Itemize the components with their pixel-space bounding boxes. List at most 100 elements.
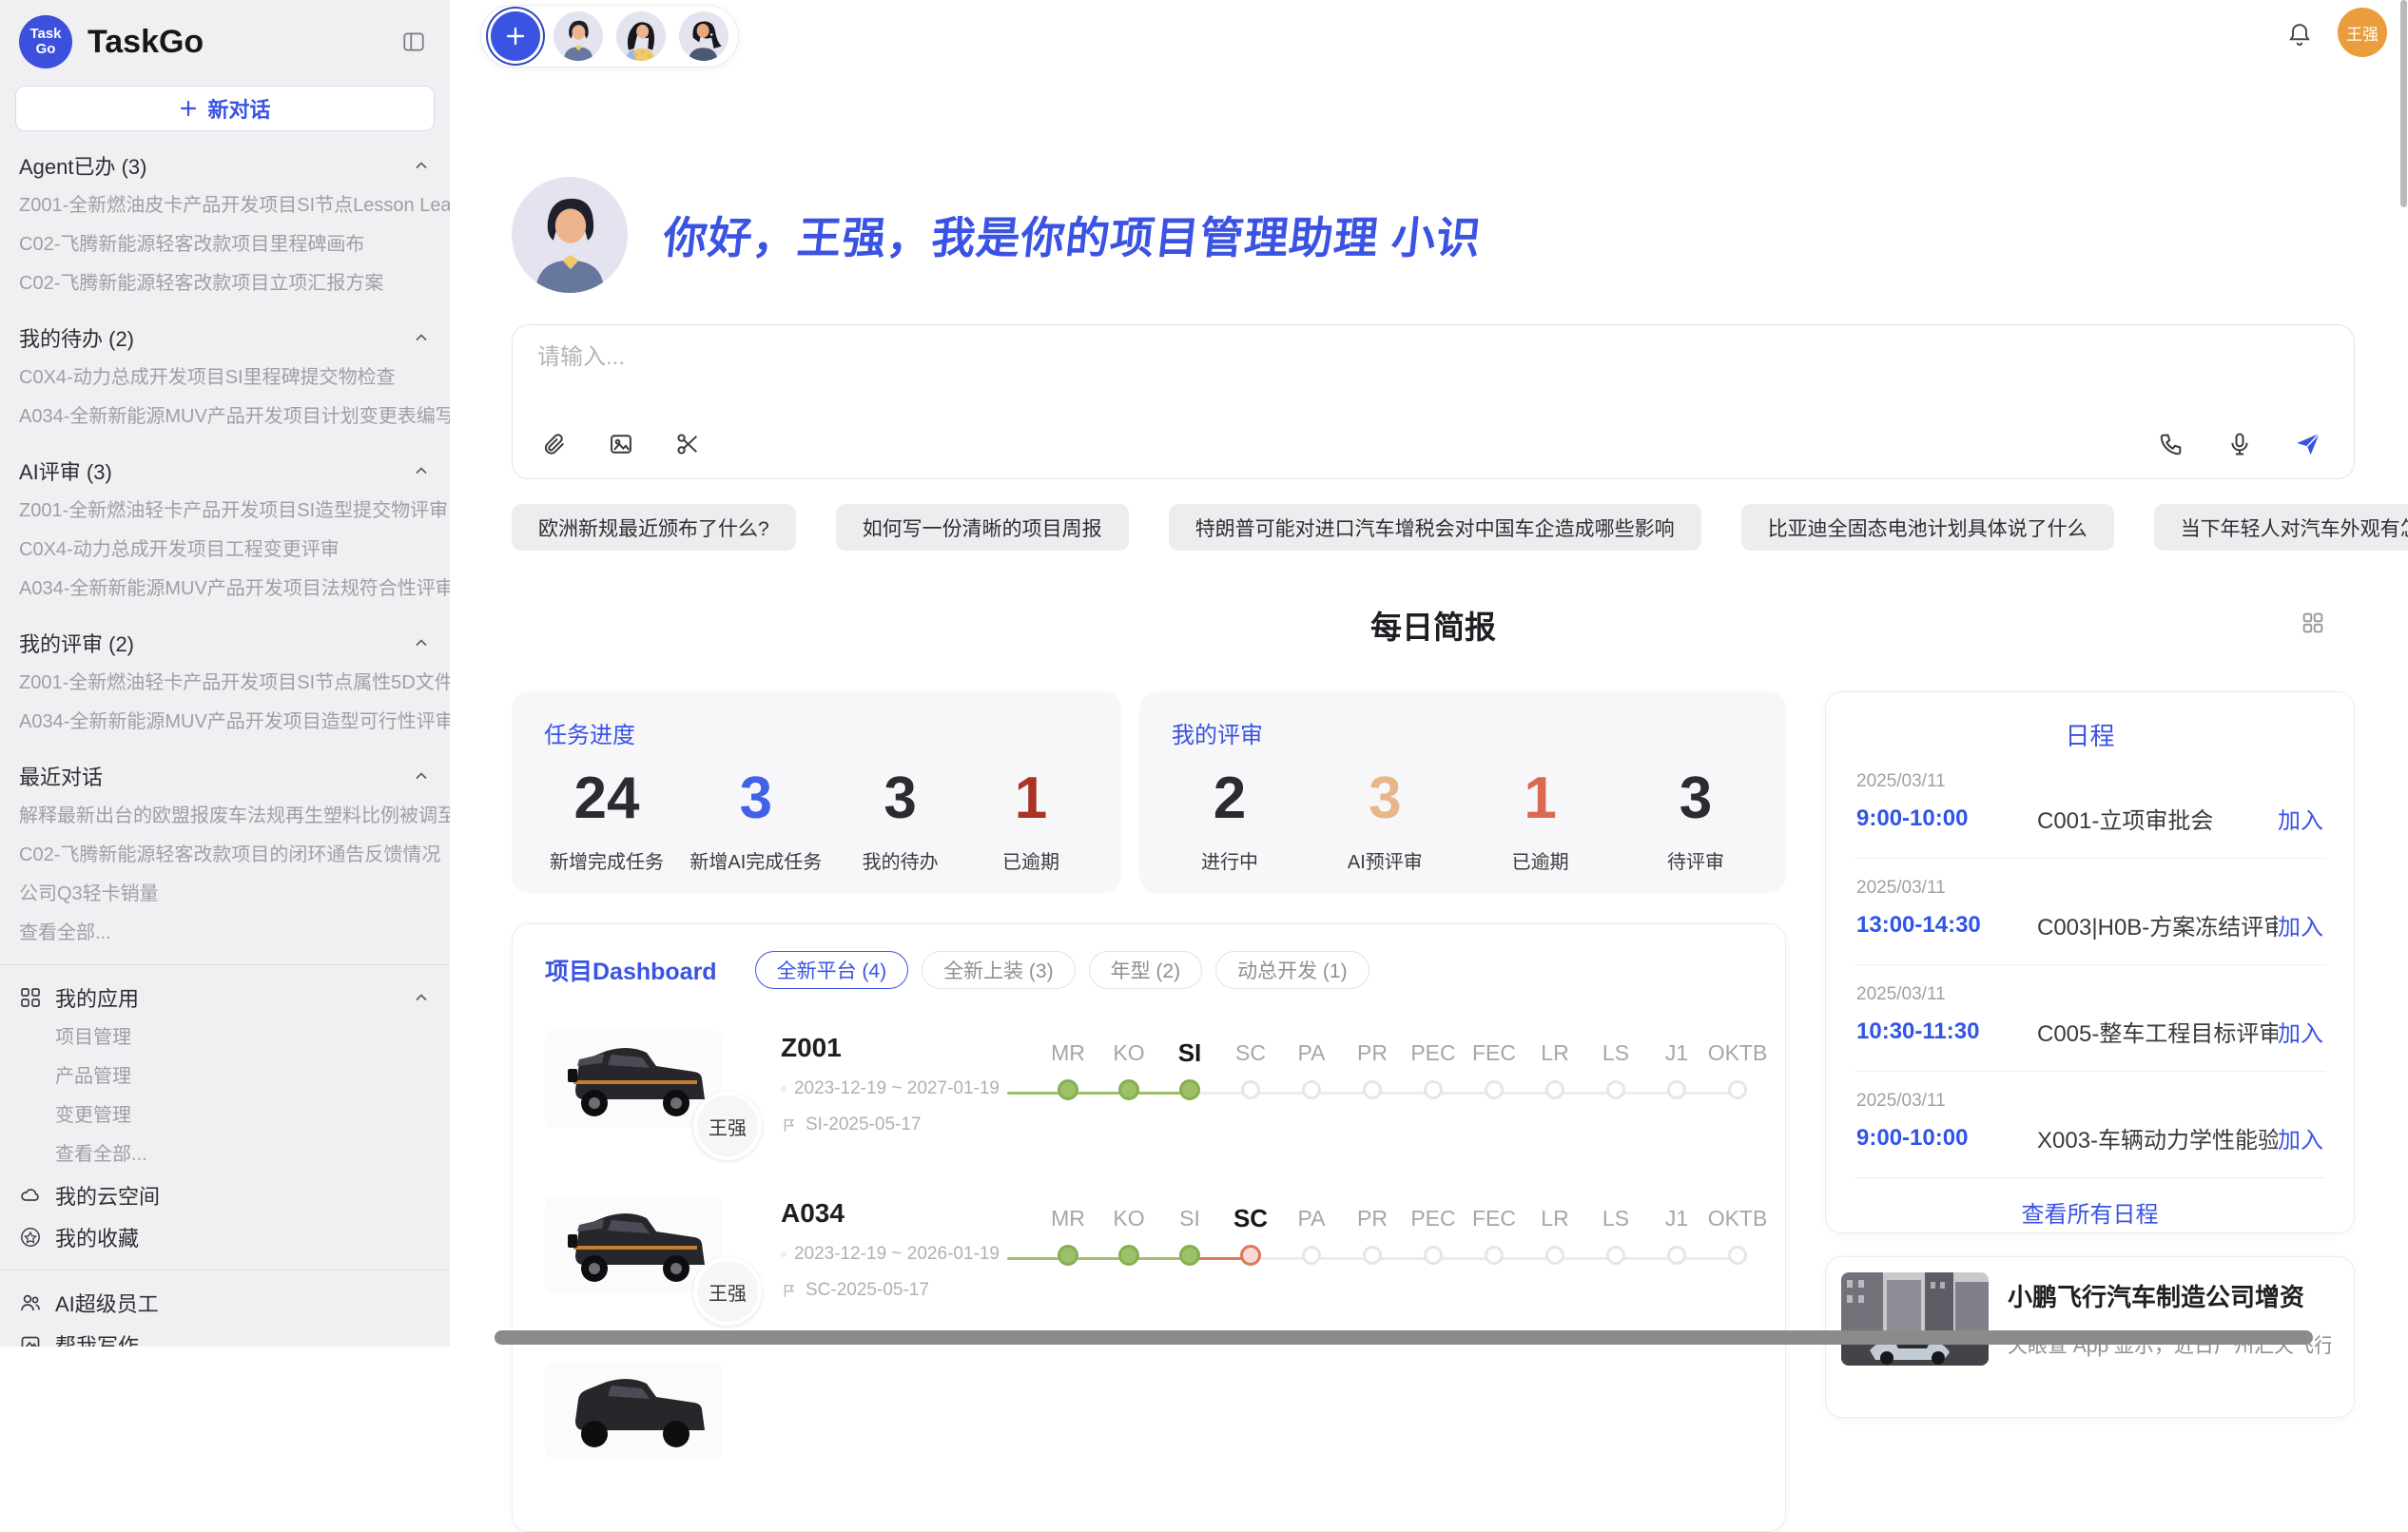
milestone-dot [1058,1079,1078,1100]
app-item-product[interactable]: 产品管理 [0,1057,450,1096]
list-item[interactable]: A034-全新新能源MUV产品开发项目法规符合性评审 [0,570,450,609]
list-item[interactable]: Z001-全新燃油轻卡产品开发项目SI节点属性5D文件评审 [0,664,450,703]
list-item[interactable]: A034-全新新能源MUV产品开发项目造型可行性评审 [0,703,450,742]
project-code: Z001 [781,1033,1000,1063]
sidebar-section-recent-chats: 最近对话 解释最新出台的欧盟报废车法规再生塑料比例被调至15%... C02-飞… [0,755,450,953]
milestone-dot [1667,1080,1686,1099]
sidebar-section-agent-done: Agent已办 (3) Z001-全新燃油皮卡产品开发项目SI节点Lesson … [0,145,450,303]
sidebar-item-favorites[interactable]: 我的收藏 [0,1216,450,1258]
phone-icon[interactable] [2150,423,2192,465]
mic-icon[interactable] [2219,423,2261,465]
list-item[interactable]: C0X4-动力总成开发项目工程变更评审 [0,531,450,570]
chevron-up-icon[interactable] [412,766,431,785]
milestone: OKTB [1707,1202,1768,1265]
section-header[interactable]: 最近对话 [0,755,450,797]
chevron-up-icon[interactable] [412,156,431,175]
horizontal-scrollbar[interactable] [495,1330,2313,1345]
schedule-item: 2025/03/11 13:00-14:30 C003|H0B-方案冻结评审 加… [1855,859,2325,965]
suggestion-chip[interactable]: 如何写一份清晰的项目周报 [836,504,1129,551]
flag-icon [781,1282,798,1299]
milestone: FEC [1464,1037,1524,1099]
milestone: FEC [1464,1202,1524,1265]
add-agent-button[interactable] [491,11,540,61]
layout-grid-icon[interactable] [2300,610,2326,641]
stat-value: 24 [550,765,664,833]
agent-avatar[interactable] [679,11,728,61]
scissors-icon[interactable] [667,423,709,465]
list-item[interactable]: 查看全部... [0,914,450,953]
tab-powertrain[interactable]: 动总开发 (1) [1215,951,1369,989]
chevron-up-icon[interactable] [412,633,431,652]
app-item-project[interactable]: 项目管理 [0,1018,450,1057]
list-item[interactable]: 解释最新出台的欧盟报废车法规再生塑料比例被调至15%... [0,797,450,836]
vertical-scrollbar[interactable] [2400,0,2407,207]
section-header[interactable]: AI评审 (3) [0,450,450,492]
chevron-up-icon[interactable] [412,988,431,1007]
milestone: PR [1342,1202,1403,1265]
milestone-label: LS [1602,1202,1629,1234]
app-item-change[interactable]: 变更管理 [0,1096,450,1135]
milestone: J1 [1646,1202,1707,1265]
avatar-male-icon [553,11,603,61]
sidebar-item-help-write[interactable]: 帮我写作 [0,1324,450,1347]
milestone-dot [1241,1080,1260,1099]
image-icon[interactable] [600,423,642,465]
list-item[interactable]: C02-飞腾新能源轻客改款项目立项汇报方案 [0,264,450,303]
agent-avatar[interactable] [616,11,666,61]
tab-new-body[interactable]: 全新上装 (3) [922,951,1076,989]
milestone: LR [1524,1037,1585,1099]
join-link[interactable]: 加入 [2278,908,2323,941]
agent-avatar[interactable] [553,11,603,61]
section-label: 最近对话 [19,761,103,791]
suggestion-chip[interactable]: 特朗普可能对进口汽车增税会对中国车企造成哪些影响 [1169,504,1701,551]
join-link[interactable]: 加入 [2278,1015,2323,1048]
list-item[interactable]: Z001-全新燃油皮卡产品开发项目SI节点Lesson Learn报告 [0,186,450,225]
clock-icon [781,1080,786,1097]
milestone: KO [1098,1202,1159,1266]
cloud-space-label: 我的云空间 [55,1180,431,1211]
stat-cards: 任务进度 24 新增完成任务 3 新增AI完成任务 3 我的待办 [512,691,1786,893]
tab-year-model[interactable]: 年型 (2) [1089,951,1203,989]
section-header[interactable]: Agent已办 (3) [0,145,450,186]
join-link[interactable]: 加入 [2278,802,2323,835]
user-avatar[interactable]: 王强 [2338,8,2387,57]
suggestion-chip[interactable]: 当下年轻人对汽车外观有怎样的喜好趋势 [2154,504,2408,551]
view-all-schedule-link[interactable]: 查看所有日程 [1855,1195,2325,1229]
write-icon [19,1333,42,1347]
collapse-sidebar-icon[interactable] [397,25,431,59]
my-review-card: 我的评审 2 进行中 3 AI预评审 1 已逾期 [1139,691,1786,893]
chevron-up-icon[interactable] [412,328,431,347]
stat-label: 已逾期 [1488,846,1593,874]
list-item[interactable]: C02-飞腾新能源轻客改款项目里程碑画布 [0,225,450,264]
help-write-label: 帮我写作 [55,1329,431,1347]
project-row[interactable]: 王强 A034 2023-12-19 ~ 2026-01-19 SC-2025-… [545,1196,1753,1309]
tab-new-platform[interactable]: 全新平台 (4) [755,951,909,989]
list-item[interactable]: A034-全新新能源MUV产品开发项目计划变更表编写 [0,398,450,436]
milestone-label: J1 [1665,1037,1688,1069]
join-link[interactable]: 加入 [2278,1121,2323,1154]
section-header[interactable]: 我的待办 (2) [0,317,450,359]
list-item[interactable]: C02-飞腾新能源轻客改款项目的闭环通告反馈情况 [0,836,450,875]
stat: 3 AI预评审 [1332,765,1437,874]
notifications-bell-icon[interactable] [2286,21,2313,52]
new-chat-button[interactable]: 新对话 [15,86,435,131]
chat-input[interactable] [537,344,2059,371]
app-item-view-all[interactable]: 查看全部... [0,1135,450,1174]
schedule-time: 9:00-10:00 [1856,805,2037,832]
milestone-label: MR [1051,1037,1085,1069]
send-icon[interactable] [2287,423,2329,465]
section-header[interactable]: 我的评审 (2) [0,622,450,664]
suggestion-chip[interactable]: 比亚迪全固态电池计划具体说了什么 [1741,504,2114,551]
list-item[interactable]: Z001-全新燃油轻卡产品开发项目SI造型提交物评审 [0,492,450,531]
chevron-up-icon[interactable] [412,461,431,480]
list-item[interactable]: 公司Q3轻卡销量 [0,875,450,914]
list-item[interactable]: C0X4-动力总成开发项目SI里程碑提交物检查 [0,359,450,398]
attach-icon[interactable] [534,423,575,465]
schedule-date: 2025/03/11 [1856,878,2323,899]
grid-icon [19,986,42,1009]
sidebar-item-cloud-space[interactable]: 我的云空间 [0,1174,450,1216]
suggestion-chip[interactable]: 欧洲新规最近颁布了什么? [512,504,796,551]
sidebar-item-ai-super-staff[interactable]: AI超级员工 [0,1282,450,1324]
sidebar-item-my-apps[interactable]: 我的应用 [0,977,450,1018]
project-row[interactable]: 王强 Z001 2023-12-19 ~ 2027-01-19 SI-2025-… [545,1031,1753,1143]
